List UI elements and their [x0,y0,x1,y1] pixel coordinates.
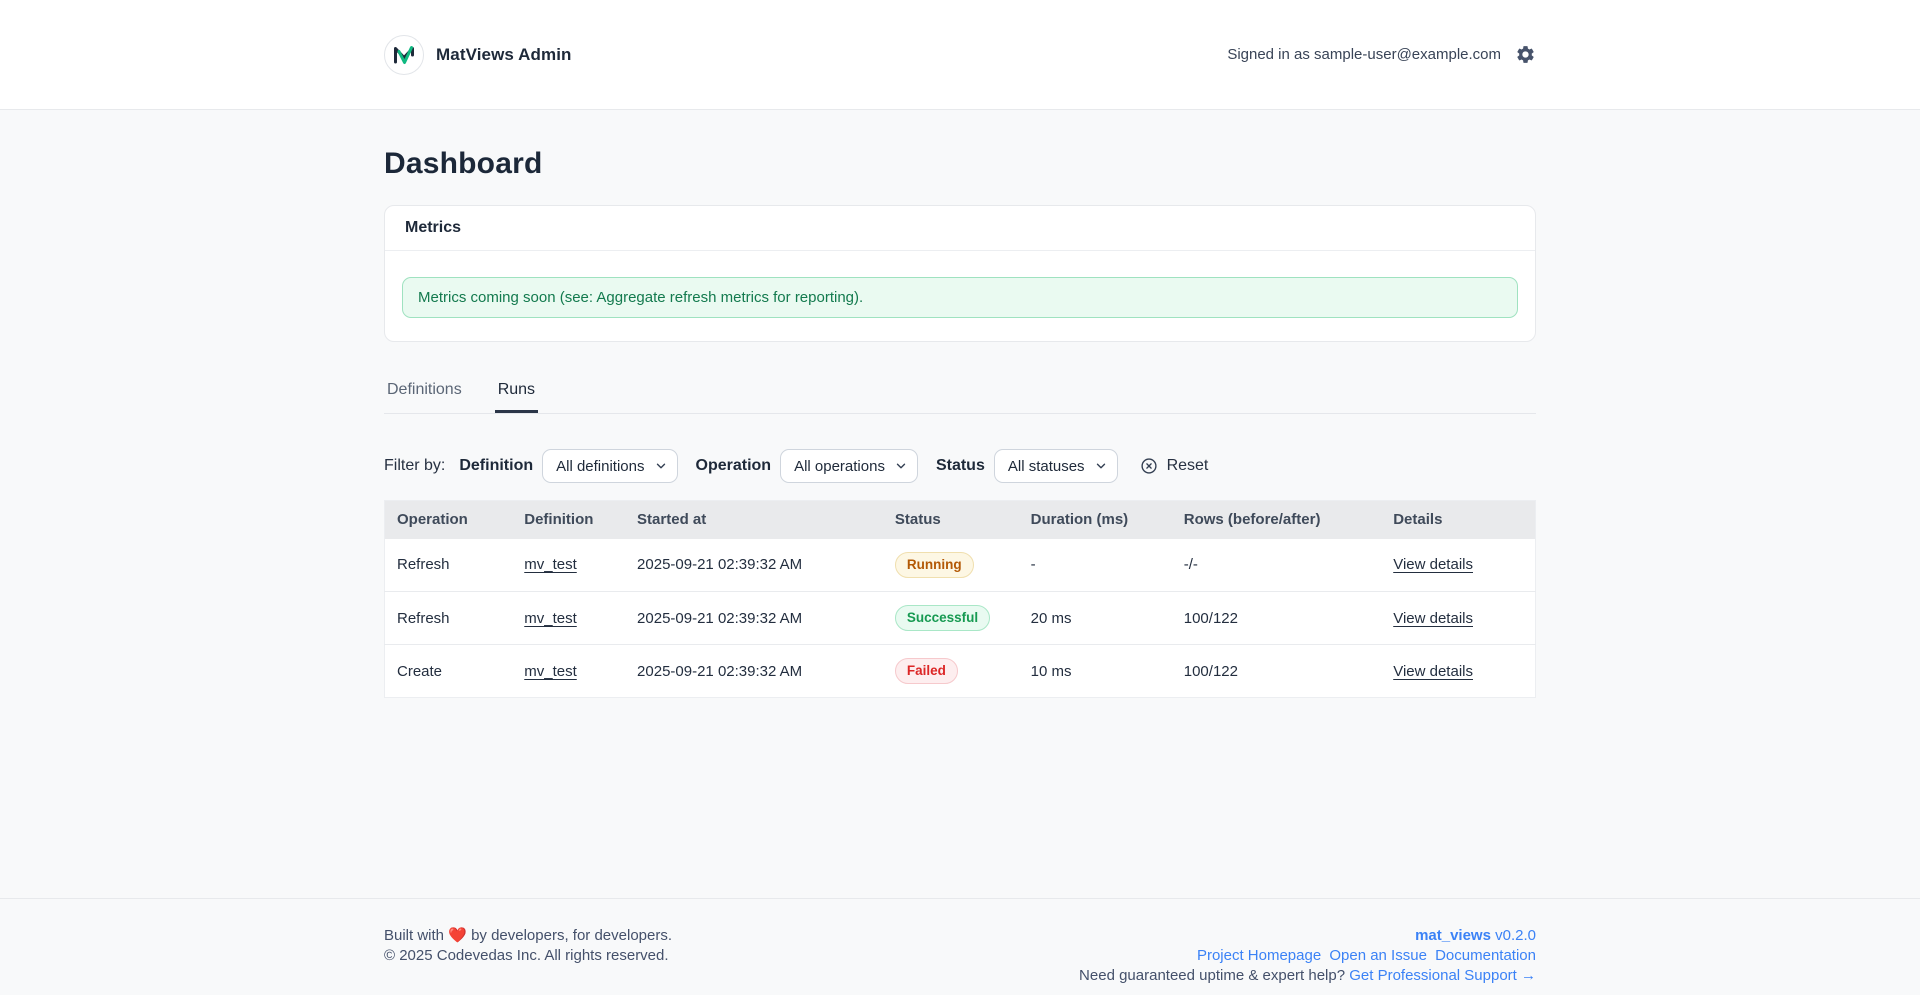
cell-details: View details [1381,539,1535,592]
table-row: Refresh mv_test 2025-09-21 02:39:32 AM R… [385,539,1536,592]
filter-by-label: Filter by: [384,457,445,475]
filter-bar: Filter by: Definition All definitions Op… [384,449,1536,483]
footer-links-line: Project Homepage Open an Issue Documenta… [1079,946,1536,966]
reset-filters-button[interactable]: Reset [1140,457,1209,475]
definition-filter-value: All definitions [556,458,644,475]
project-homepage-link[interactable]: Project Homepage [1197,947,1321,964]
cell-duration: 10 ms [1019,645,1172,698]
brand[interactable]: MatViews Admin [384,35,572,75]
cell-started-at: 2025-09-21 02:39:32 AM [625,539,883,592]
reset-label: Reset [1167,457,1209,475]
cell-duration: 20 ms [1019,592,1172,645]
app-footer: Built with ❤️ by developers, for develop… [0,898,1920,995]
status-badge: Successful [895,605,990,631]
cell-definition: mv_test [512,645,625,698]
tab-runs[interactable]: Runs [495,375,538,413]
circle-x-icon [1140,457,1158,475]
cell-operation: Refresh [385,592,513,645]
page-title: Dashboard [384,147,1536,181]
table-row: Refresh mv_test 2025-09-21 02:39:32 AM S… [385,592,1536,645]
table-header-row: Operation Definition Started at Status D… [385,501,1536,539]
operation-filter-select[interactable]: All operations [780,449,918,483]
professional-support-link[interactable]: Get Professional Support → [1349,967,1536,984]
chevron-down-icon [1094,459,1108,473]
documentation-link[interactable]: Documentation [1435,947,1536,964]
definition-link[interactable]: mv_test [524,663,577,680]
col-header-duration: Duration (ms) [1019,501,1172,539]
copyright-line: © 2025 Codevedas Inc. All rights reserve… [384,946,672,966]
cell-definition: mv_test [512,539,625,592]
metrics-card-title: Metrics [385,206,1535,251]
definition-filter-select[interactable]: All definitions [542,449,677,483]
cell-details: View details [1381,592,1535,645]
tab-definitions[interactable]: Definitions [384,375,465,413]
status-filter-value: All statuses [1008,458,1085,475]
col-header-rows: Rows (before/after) [1172,501,1381,539]
settings-gear-icon[interactable] [1515,44,1536,65]
built-with-line: Built with ❤️ by developers, for develop… [384,926,672,946]
view-details-link[interactable]: View details [1393,663,1473,680]
col-header-operation: Operation [385,501,513,539]
cell-rows: -/- [1172,539,1381,592]
view-details-link[interactable]: View details [1393,610,1473,627]
app-header: MatViews Admin Signed in as sample-user@… [0,0,1920,110]
view-details-link[interactable]: View details [1393,556,1473,573]
metrics-card: Metrics Metrics coming soon (see: Aggreg… [384,205,1536,342]
heart-icon: ❤️ [448,927,467,944]
open-an-issue-link[interactable]: Open an Issue [1329,947,1427,964]
cell-rows: 100/122 [1172,592,1381,645]
cell-status: Successful [883,592,1019,645]
tab-bar: Definitions Runs [384,375,1536,414]
col-header-details: Details [1381,501,1535,539]
table-row: Create mv_test 2025-09-21 02:39:32 AM Fa… [385,645,1536,698]
status-badge: Failed [895,658,958,684]
operation-filter-label: Operation [696,457,772,475]
status-filter-select[interactable]: All statuses [994,449,1118,483]
project-name-link[interactable]: mat_views [1415,927,1491,944]
support-line: Need guaranteed uptime & expert help? Ge… [1079,966,1536,986]
cell-details: View details [1381,645,1535,698]
brand-name: MatViews Admin [436,45,572,65]
cell-status: Running [883,539,1019,592]
col-header-definition: Definition [512,501,625,539]
cell-duration: - [1019,539,1172,592]
cell-definition: mv_test [512,592,625,645]
cell-rows: 100/122 [1172,645,1381,698]
version-link[interactable]: v0.2.0 [1495,927,1536,944]
runs-table: Operation Definition Started at Status D… [384,500,1536,698]
cell-started-at: 2025-09-21 02:39:32 AM [625,645,883,698]
chevron-down-icon [654,459,668,473]
cell-operation: Refresh [385,539,513,592]
cell-started-at: 2025-09-21 02:39:32 AM [625,592,883,645]
version-line: mat_views v0.2.0 [1079,926,1536,946]
matviews-logo-icon [384,35,424,75]
definition-filter-label: Definition [459,457,533,475]
metrics-coming-soon-alert: Metrics coming soon (see: Aggregate refr… [402,277,1518,318]
cell-operation: Create [385,645,513,698]
status-badge: Running [895,552,974,578]
col-header-status: Status [883,501,1019,539]
col-header-started-at: Started at [625,501,883,539]
cell-status: Failed [883,645,1019,698]
operation-filter-value: All operations [794,458,885,475]
signed-in-text: Signed in as sample-user@example.com [1227,46,1501,63]
definition-link[interactable]: mv_test [524,610,577,627]
status-filter-label: Status [936,457,985,475]
definition-link[interactable]: mv_test [524,556,577,573]
chevron-down-icon [894,459,908,473]
support-prefix: Need guaranteed uptime & expert help? [1079,967,1345,984]
